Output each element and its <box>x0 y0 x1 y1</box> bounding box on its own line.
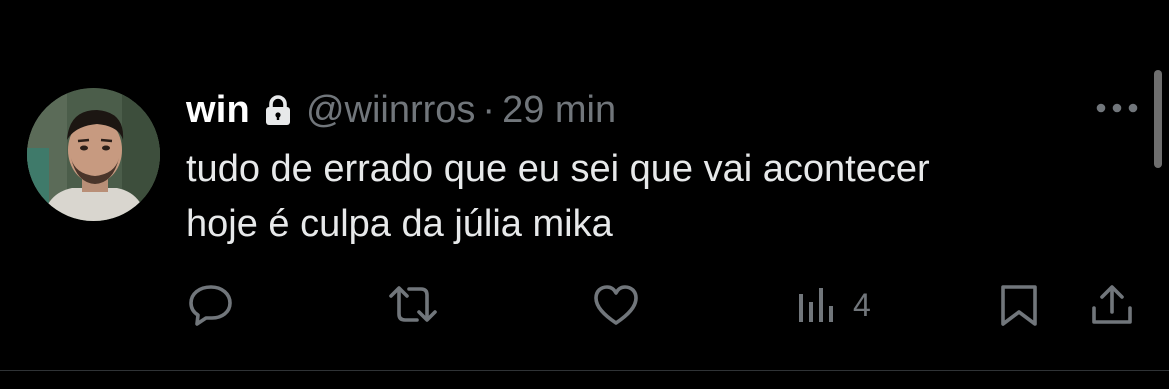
separator-dot: · <box>482 88 496 131</box>
avatar[interactable] <box>27 88 160 221</box>
reply-button[interactable] <box>187 282 235 328</box>
share-button[interactable] <box>1088 282 1136 328</box>
retweet-button[interactable] <box>387 282 439 328</box>
views-button[interactable]: 4 <box>797 282 871 328</box>
author-name[interactable]: win <box>186 89 250 132</box>
more-horizontal-icon <box>1096 103 1138 113</box>
scrollbar-thumb[interactable] <box>1154 70 1162 168</box>
views-chart-icon <box>799 288 833 322</box>
author-handle[interactable]: @wiinrros <box>306 89 475 132</box>
lock-icon <box>264 94 292 126</box>
tweet-text-line: hoje é culpa da júlia mika <box>186 203 613 245</box>
retweet-icon <box>389 286 437 322</box>
reply-icon <box>189 285 232 326</box>
bookmark-button[interactable] <box>997 282 1041 328</box>
views-count: 4 <box>853 286 871 323</box>
bookmark-icon <box>1001 285 1037 326</box>
divider <box>0 370 1169 371</box>
tweet-text: tudo de errado que eu sei que vai aconte… <box>186 142 1086 252</box>
heart-icon <box>594 285 638 325</box>
timestamp[interactable]: 29 min <box>502 89 616 132</box>
share-icon <box>1092 285 1132 324</box>
tweet-card[interactable]: win @wiinrros · 29 min tudo de errado qu… <box>0 0 1169 389</box>
tweet-text-line: tudo de errado que eu sei que vai aconte… <box>186 148 930 190</box>
tweet-header: win @wiinrros · 29 min <box>186 82 616 138</box>
like-button[interactable] <box>592 282 640 328</box>
more-options-button[interactable] <box>1093 92 1141 124</box>
